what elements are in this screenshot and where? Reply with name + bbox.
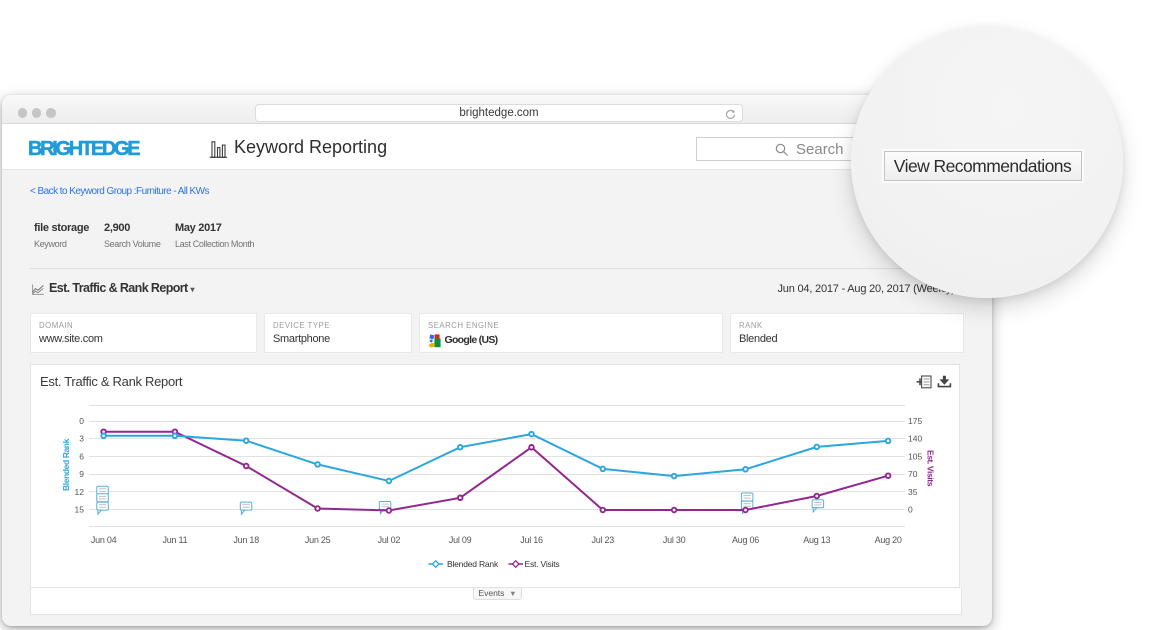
svg-text:15: 15 — [75, 505, 85, 515]
svg-text:Aug 20: Aug 20 — [875, 535, 902, 545]
svg-text:Aug 06: Aug 06 — [732, 535, 759, 545]
svg-text:105: 105 — [908, 451, 922, 461]
svg-text:Blended Rank: Blended Rank — [447, 559, 499, 569]
svg-text:9: 9 — [79, 469, 84, 479]
svg-text:35: 35 — [908, 487, 918, 497]
svg-text:12: 12 — [75, 487, 85, 497]
svg-text:6: 6 — [79, 451, 84, 461]
svg-text:Jul 23: Jul 23 — [592, 535, 615, 545]
svg-text:Jun 11: Jun 11 — [162, 535, 187, 545]
svg-text:175: 175 — [908, 416, 922, 426]
svg-text:Jun 04: Jun 04 — [91, 535, 117, 545]
svg-text:0: 0 — [908, 505, 913, 515]
svg-text:Jul 09: Jul 09 — [449, 535, 472, 545]
svg-text:Jul 02: Jul 02 — [378, 535, 401, 545]
svg-text:Jun 18: Jun 18 — [233, 535, 259, 545]
svg-text:70: 70 — [908, 469, 918, 479]
svg-text:Jul 16: Jul 16 — [520, 535, 543, 545]
svg-text:Jul 30: Jul 30 — [663, 535, 686, 545]
svg-text:Jun 25: Jun 25 — [305, 535, 331, 545]
svg-text:Blended Rank: Blended Rank — [61, 438, 71, 491]
svg-text:Est. Visits: Est. Visits — [926, 450, 936, 487]
svg-text:0: 0 — [79, 416, 84, 426]
svg-text:Aug 13: Aug 13 — [803, 535, 830, 545]
svg-text:Est. Visits: Est. Visits — [525, 559, 560, 569]
svg-text:3: 3 — [79, 434, 84, 444]
svg-text:140: 140 — [908, 434, 922, 444]
